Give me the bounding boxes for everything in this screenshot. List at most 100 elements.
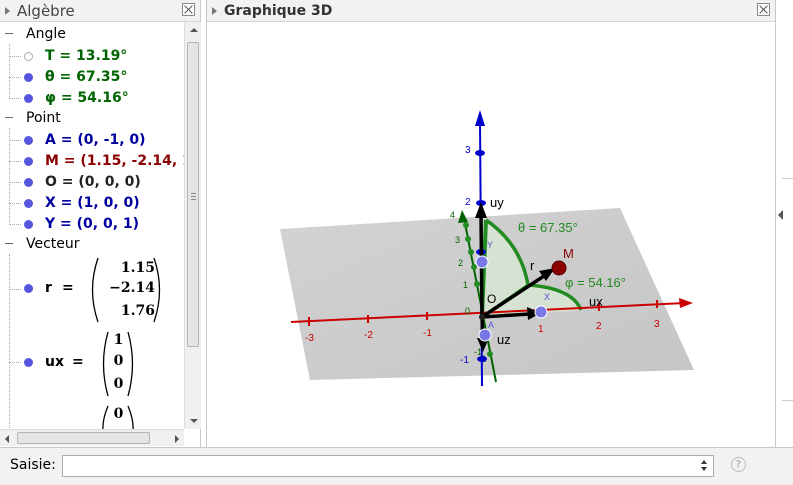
r-label: r [530, 258, 535, 273]
input-label: Saisie: [10, 457, 56, 473]
list-item-vector-ux[interactable]: ux = 0 1 0 [0, 328, 184, 400]
input-bar: Saisie: ? [0, 447, 793, 485]
point-M[interactable] [551, 260, 567, 276]
point-M-text: M = (1.15, -2.14, 1.7 [45, 153, 184, 169]
point-O-text: O = (0, 0, 0) [45, 174, 141, 190]
graphics-3d-header: Graphique 3D [207, 0, 775, 22]
algebra-panel: Algèbre Angle T = 13.19° θ = 67.35° φ = … [0, 0, 201, 447]
list-item-point-Y[interactable]: Y = (0, 0, 1) [0, 214, 184, 235]
visibility-toggle[interactable] [24, 157, 33, 166]
algebra-horizontal-scrollbar[interactable] [0, 429, 184, 446]
collapse-minus-icon[interactable] [5, 117, 13, 118]
category-label: Point [26, 110, 61, 126]
visibility-toggle[interactable] [24, 178, 33, 187]
close-algebra-icon[interactable] [182, 3, 195, 16]
expand-panel-icon[interactable] [778, 210, 783, 220]
point-X-text: X = (1, 0, 0) [45, 195, 140, 211]
vector-partial-x: 0 [113, 406, 124, 422]
point-A[interactable] [478, 328, 492, 342]
z-tick-label: 3 [465, 145, 471, 156]
visibility-toggle[interactable] [24, 358, 33, 367]
x-axis-arrow [679, 298, 693, 308]
theta-label: θ = 67.35° [518, 220, 578, 235]
list-item-angle-phi[interactable]: φ = 54.16° [0, 88, 184, 109]
scroll-down-icon[interactable] [190, 419, 198, 423]
z-tick-label: -1 [460, 355, 469, 366]
equals-sign: = [62, 280, 74, 296]
x-tick-label: 3 [654, 319, 660, 330]
point-A-text: A = (0, -1, 0) [45, 132, 146, 148]
scroll-thumb[interactable] [17, 432, 150, 444]
O-label: O [487, 292, 496, 306]
category-label: Vecteur [26, 236, 80, 252]
M-label: M [563, 246, 574, 261]
equals-sign: = [72, 354, 84, 370]
history-spinner-icon[interactable] [700, 457, 710, 475]
vector-ux-y: 0 [113, 353, 124, 369]
x-tick-label: 1 [538, 324, 544, 335]
ux-label: ux [589, 294, 603, 309]
graphics-3d-canvas[interactable]: -3 -2 -1 1 2 3 4 3 2 1 0 -1 3 2 -1 θ = 6… [207, 22, 775, 447]
graphics-3d-title: Graphique 3D [224, 3, 333, 19]
side-dock-strip [775, 0, 793, 447]
x-tick-label: 2 [596, 321, 602, 332]
vector-ux-z: 0 [113, 376, 124, 392]
point-Y[interactable] [475, 255, 489, 269]
list-item-point-A[interactable]: A = (0, -1, 0) [0, 130, 184, 151]
help-icon[interactable]: ? [731, 457, 746, 472]
list-item-angle-theta[interactable]: θ = 67.35° [0, 67, 184, 88]
z-axis-arrow [475, 110, 485, 126]
visibility-toggle[interactable] [24, 220, 33, 229]
visibility-toggle[interactable] [24, 136, 33, 145]
visibility-toggle[interactable] [24, 284, 33, 293]
collapse-minus-icon[interactable] [5, 243, 13, 244]
uz-label: uz [497, 332, 511, 347]
point-Y-text: Y = (0, 0, 1) [45, 216, 140, 232]
x-tick-label: -1 [423, 328, 432, 339]
visibility-toggle[interactable] [24, 73, 33, 82]
category-point[interactable]: Point [0, 108, 184, 128]
y-tick-label: 4 [450, 210, 455, 220]
angle-phi-text: φ = 54.16° [45, 90, 129, 106]
point-X[interactable] [534, 305, 548, 319]
y-tick-label: 3 [455, 235, 460, 245]
command-input[interactable] [62, 455, 714, 477]
z-tick-label: 2 [465, 197, 471, 208]
Y-label: Y [487, 240, 493, 250]
vector-r-x: 1.15 [120, 260, 155, 276]
point-O[interactable] [479, 314, 485, 320]
list-item-vector-r[interactable]: r = 1.15 −2.14 1.76 [0, 254, 184, 326]
scroll-left-icon[interactable] [5, 435, 9, 443]
uy-label: uy [490, 195, 504, 210]
scroll-up-icon[interactable] [190, 28, 198, 32]
visibility-toggle[interactable] [24, 199, 33, 208]
category-angle[interactable]: Angle [0, 24, 184, 44]
scroll-thumb[interactable] [187, 42, 199, 347]
geogebra-window: Algèbre Angle T = 13.19° θ = 67.35° φ = … [0, 0, 793, 485]
x-tick-label: -3 [305, 333, 314, 344]
algebra-panel-header: Algèbre [0, 0, 200, 22]
collapse-triangle-icon[interactable] [5, 7, 10, 15]
list-item-point-O[interactable]: O = (0, 0, 0) [0, 172, 184, 193]
collapse-triangle-icon[interactable] [212, 7, 217, 15]
algebra-vertical-scrollbar[interactable] [184, 22, 201, 429]
list-item-angle-T[interactable]: T = 13.19° [0, 46, 184, 67]
algebra-panel-title: Algèbre [17, 2, 75, 20]
collapse-minus-icon[interactable] [5, 33, 13, 34]
y-axis-arrow [458, 210, 468, 223]
vector-r-y: −2.14 [109, 280, 155, 296]
X-label: X [544, 292, 550, 302]
visibility-toggle[interactable] [24, 52, 33, 61]
angle-T-text: T = 13.19° [45, 48, 128, 64]
scroll-right-icon[interactable] [175, 435, 179, 443]
y-tick-label: 0 [465, 306, 470, 316]
visibility-toggle[interactable] [24, 94, 33, 103]
category-vecteur[interactable]: Vecteur [0, 234, 184, 254]
graphics-3d-panel: Graphique 3D -3 -2 -1 1 2 3 4 3 2 1 0 -1… [206, 0, 775, 447]
vector-ux-x: 1 [113, 332, 124, 348]
list-item-point-X[interactable]: X = (1, 0, 0) [0, 193, 184, 214]
close-graphics-icon[interactable] [757, 3, 770, 16]
A-label: A [488, 320, 494, 330]
list-item-point-M[interactable]: M = (1.15, -2.14, 1.7 [0, 151, 184, 172]
list-item-vector-partial[interactable]: 0 [0, 402, 184, 429]
